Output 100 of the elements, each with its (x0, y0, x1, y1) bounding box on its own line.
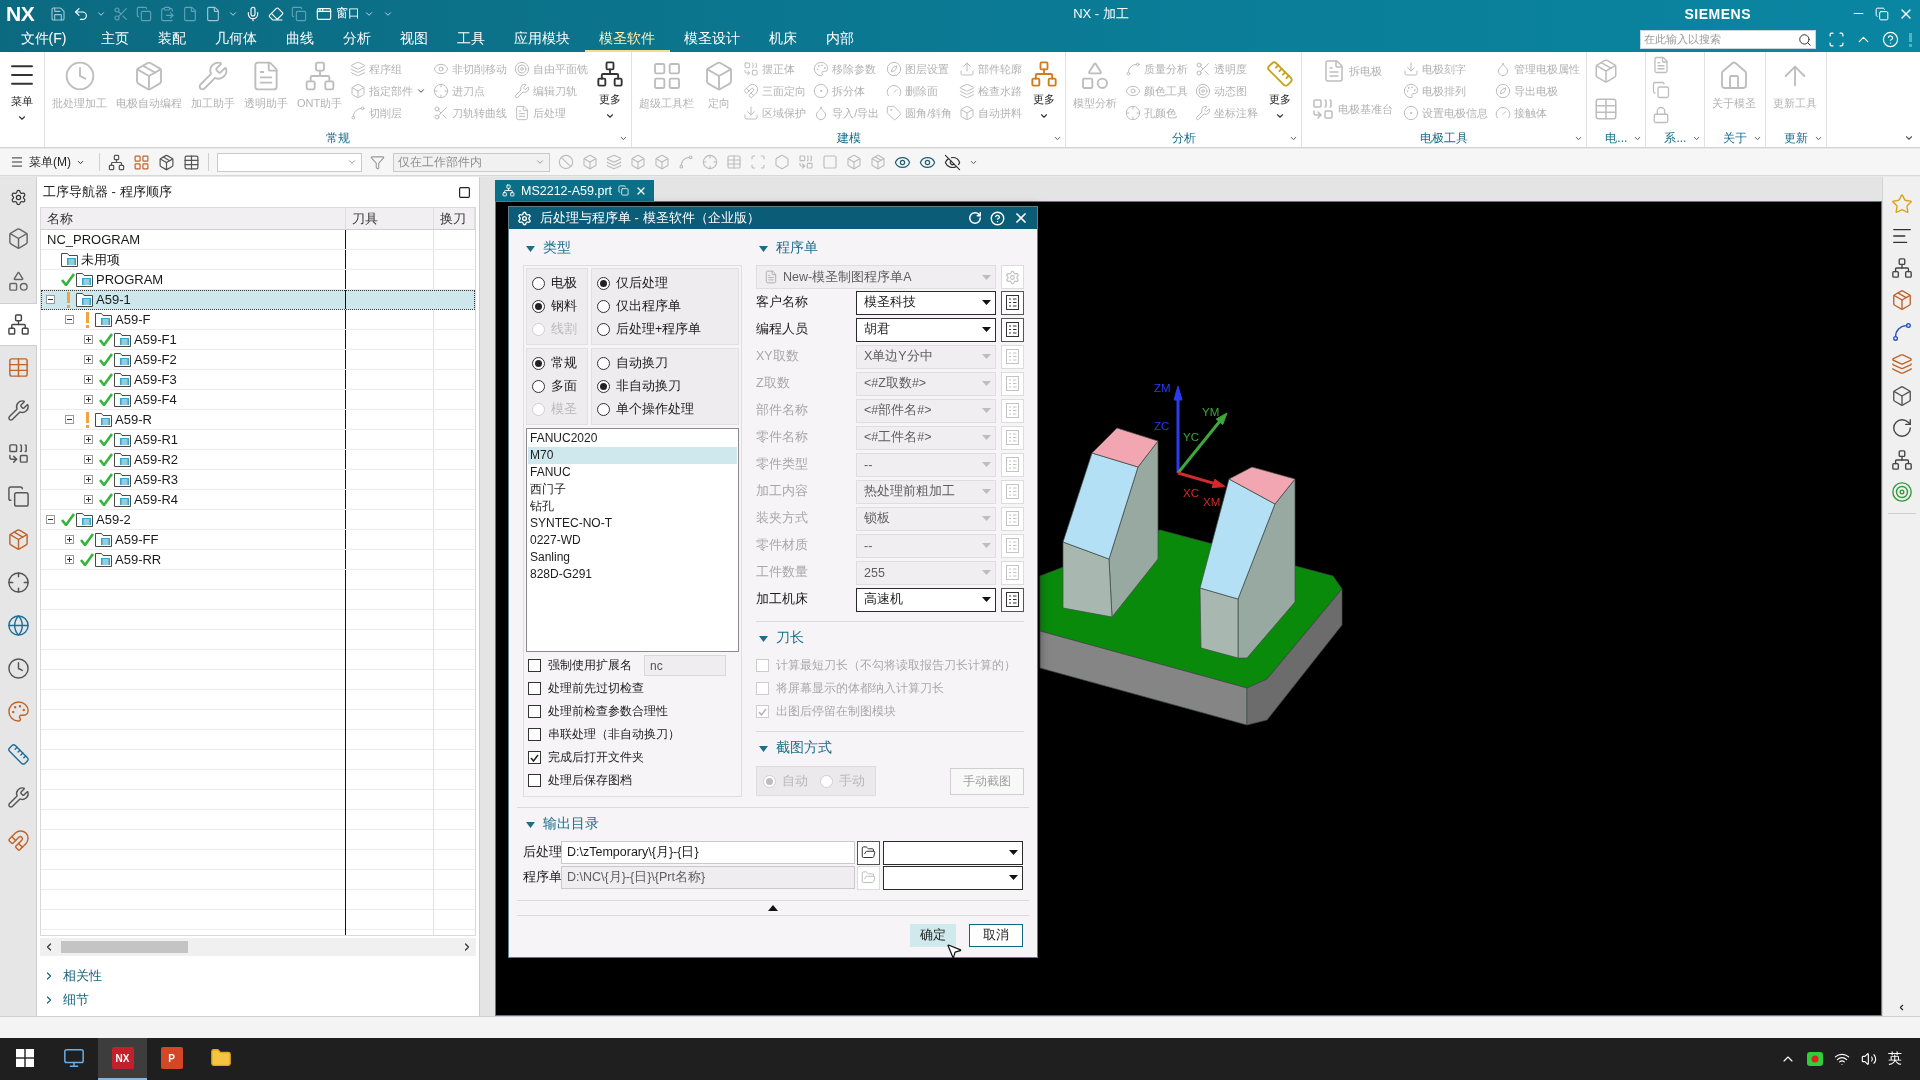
menu-tab[interactable]: 主页 (86, 27, 144, 52)
grid-icon[interactable] (133, 153, 150, 171)
dropdown-field[interactable] (883, 865, 1023, 890)
checkbox-option[interactable]: 完成后打开文件夹 (528, 749, 644, 766)
wifi-icon[interactable] (1834, 1051, 1850, 1067)
tree-row[interactable]: 未用项 (41, 250, 475, 270)
plus-box-icon[interactable] (84, 375, 93, 384)
dropdown-field[interactable]: 胡君 (856, 317, 996, 342)
menu-tab[interactable]: 机床 (754, 27, 812, 52)
rotate-icon[interactable] (1890, 417, 1913, 439)
package-icon[interactable] (158, 153, 175, 171)
caret-down-icon[interactable] (526, 243, 535, 253)
panel-section-header[interactable]: 相关性 (37, 964, 479, 988)
caret-icon[interactable] (1814, 134, 1824, 143)
tree-row[interactable]: A59-R2 (41, 450, 475, 470)
minus-box-icon[interactable] (65, 315, 74, 324)
target-icon[interactable] (1890, 481, 1913, 503)
radio-icon[interactable] (597, 380, 610, 393)
tree-row[interactable]: A59-R (41, 410, 475, 430)
caret-icon[interactable] (1053, 134, 1063, 143)
radio-icon[interactable] (597, 277, 610, 290)
checkbox-icon[interactable] (528, 705, 541, 718)
tree-row[interactable]: A59-2 (41, 510, 475, 530)
menu-tab[interactable]: 工具 (442, 27, 500, 52)
tree-row[interactable]: A59-F1 (41, 330, 475, 350)
menu-tab[interactable]: 几何体 (200, 27, 272, 52)
plus-box-icon[interactable] (84, 495, 93, 504)
browse-button[interactable] (857, 840, 880, 865)
section-header[interactable]: 截图方式 (756, 737, 1024, 759)
copy-icon[interactable] (618, 185, 630, 196)
tree-row[interactable]: A59-FF (41, 530, 475, 550)
fullscreen-icon[interactable] (1828, 31, 1845, 48)
star-icon[interactable] (1890, 193, 1913, 215)
caret-icon[interactable] (619, 134, 629, 143)
radio-icon[interactable] (597, 300, 610, 313)
search-field[interactable]: 在此输入以搜索 (1640, 30, 1816, 49)
list-item[interactable]: 828D-G291 (528, 566, 737, 583)
checkbox-option[interactable]: 串联处理（非自动换刀） (528, 726, 680, 743)
help-icon[interactable] (990, 210, 1005, 226)
list-item[interactable]: 钻孔 (528, 498, 737, 515)
cancel-button[interactable]: 取消 (969, 924, 1023, 947)
more-button[interactable]: 更多 (1262, 52, 1299, 121)
checkbox-icon[interactable] (528, 728, 541, 741)
caret-up-icon[interactable] (768, 905, 778, 911)
checkbox-option[interactable]: 处理前先过切检查 (528, 680, 644, 697)
table-icon[interactable] (183, 153, 200, 171)
circular-arrow-icon[interactable] (968, 211, 982, 225)
section-header[interactable]: 输出目录 (523, 813, 1023, 835)
menu-tab[interactable]: 应用模块 (499, 27, 585, 52)
radio-option[interactable]: 后处理+程序单 (597, 318, 733, 341)
taskbar-button[interactable]: P (147, 1038, 196, 1080)
caret-down-icon[interactable] (759, 633, 768, 643)
radio-option[interactable]: 仅出程序单 (597, 295, 733, 318)
checkbox-option[interactable]: 强制使用扩展名 (528, 657, 632, 674)
caret-icon[interactable] (1633, 134, 1643, 143)
caret-icon[interactable] (1692, 134, 1702, 143)
caret-icon[interactable] (1289, 134, 1299, 143)
minus-box-icon[interactable] (65, 415, 74, 424)
radio-option[interactable]: 仅后处理 (597, 272, 733, 295)
caret-icon[interactable] (1753, 134, 1763, 143)
menu-tab[interactable]: 内部 (811, 27, 869, 52)
dropdown-field[interactable]: 高速机 (856, 587, 996, 612)
plus-box-icon[interactable] (84, 335, 93, 344)
radio-option[interactable]: 多面 (532, 375, 582, 398)
radio-icon[interactable] (532, 357, 545, 370)
hierarchy-icon[interactable] (108, 153, 125, 171)
scrollbar-thumb[interactable] (61, 941, 188, 953)
tree-row[interactable]: A59-1 (41, 290, 475, 310)
input-method-indicator[interactable]: 英 (1888, 1050, 1902, 1068)
taskbar-button[interactable]: NX (98, 1038, 147, 1080)
radio-option[interactable]: 电极 (532, 272, 582, 295)
radio-option[interactable]: 常规 (532, 352, 582, 375)
confirm-button[interactable]: 确定 (910, 924, 956, 947)
menu-tab[interactable]: 曲线 (271, 27, 329, 52)
section-header[interactable]: 类型 (523, 237, 742, 259)
plus-box-icon[interactable] (84, 455, 93, 464)
radio-icon[interactable] (532, 277, 545, 290)
list-button[interactable] (1001, 587, 1024, 612)
caret-down-icon[interactable] (759, 743, 768, 753)
tree-row[interactable]: NC_PROGRAM (41, 230, 475, 250)
caret-left-icon[interactable] (1897, 1003, 1906, 1012)
list-item[interactable]: 西门子 (528, 481, 737, 498)
column-header[interactable]: 名称 (41, 208, 346, 229)
tree-row[interactable]: A59-F4 (41, 390, 475, 410)
plus-box-icon[interactable] (65, 555, 74, 564)
caret-down-icon[interactable] (526, 819, 535, 829)
checkbox-option[interactable]: 处理前检查参数合理性 (528, 703, 668, 720)
extension-field[interactable]: nc (644, 655, 726, 676)
radio-icon[interactable] (597, 357, 610, 370)
volume-icon[interactable] (1861, 1051, 1877, 1067)
radio-icon[interactable] (597, 403, 610, 416)
panel-section-header[interactable]: 细节 (37, 988, 479, 1012)
filter-icon[interactable] (370, 154, 385, 170)
dropdown-field[interactable]: 模圣科技 (856, 290, 996, 315)
undo-icon[interactable] (73, 5, 90, 22)
help-icon[interactable] (1882, 31, 1899, 48)
maximize-icon[interactable] (458, 185, 471, 199)
tree-row[interactable]: A59-F2 (41, 350, 475, 370)
hierarchy-icon[interactable] (1890, 449, 1913, 471)
checkbox-icon[interactable] (528, 659, 541, 672)
